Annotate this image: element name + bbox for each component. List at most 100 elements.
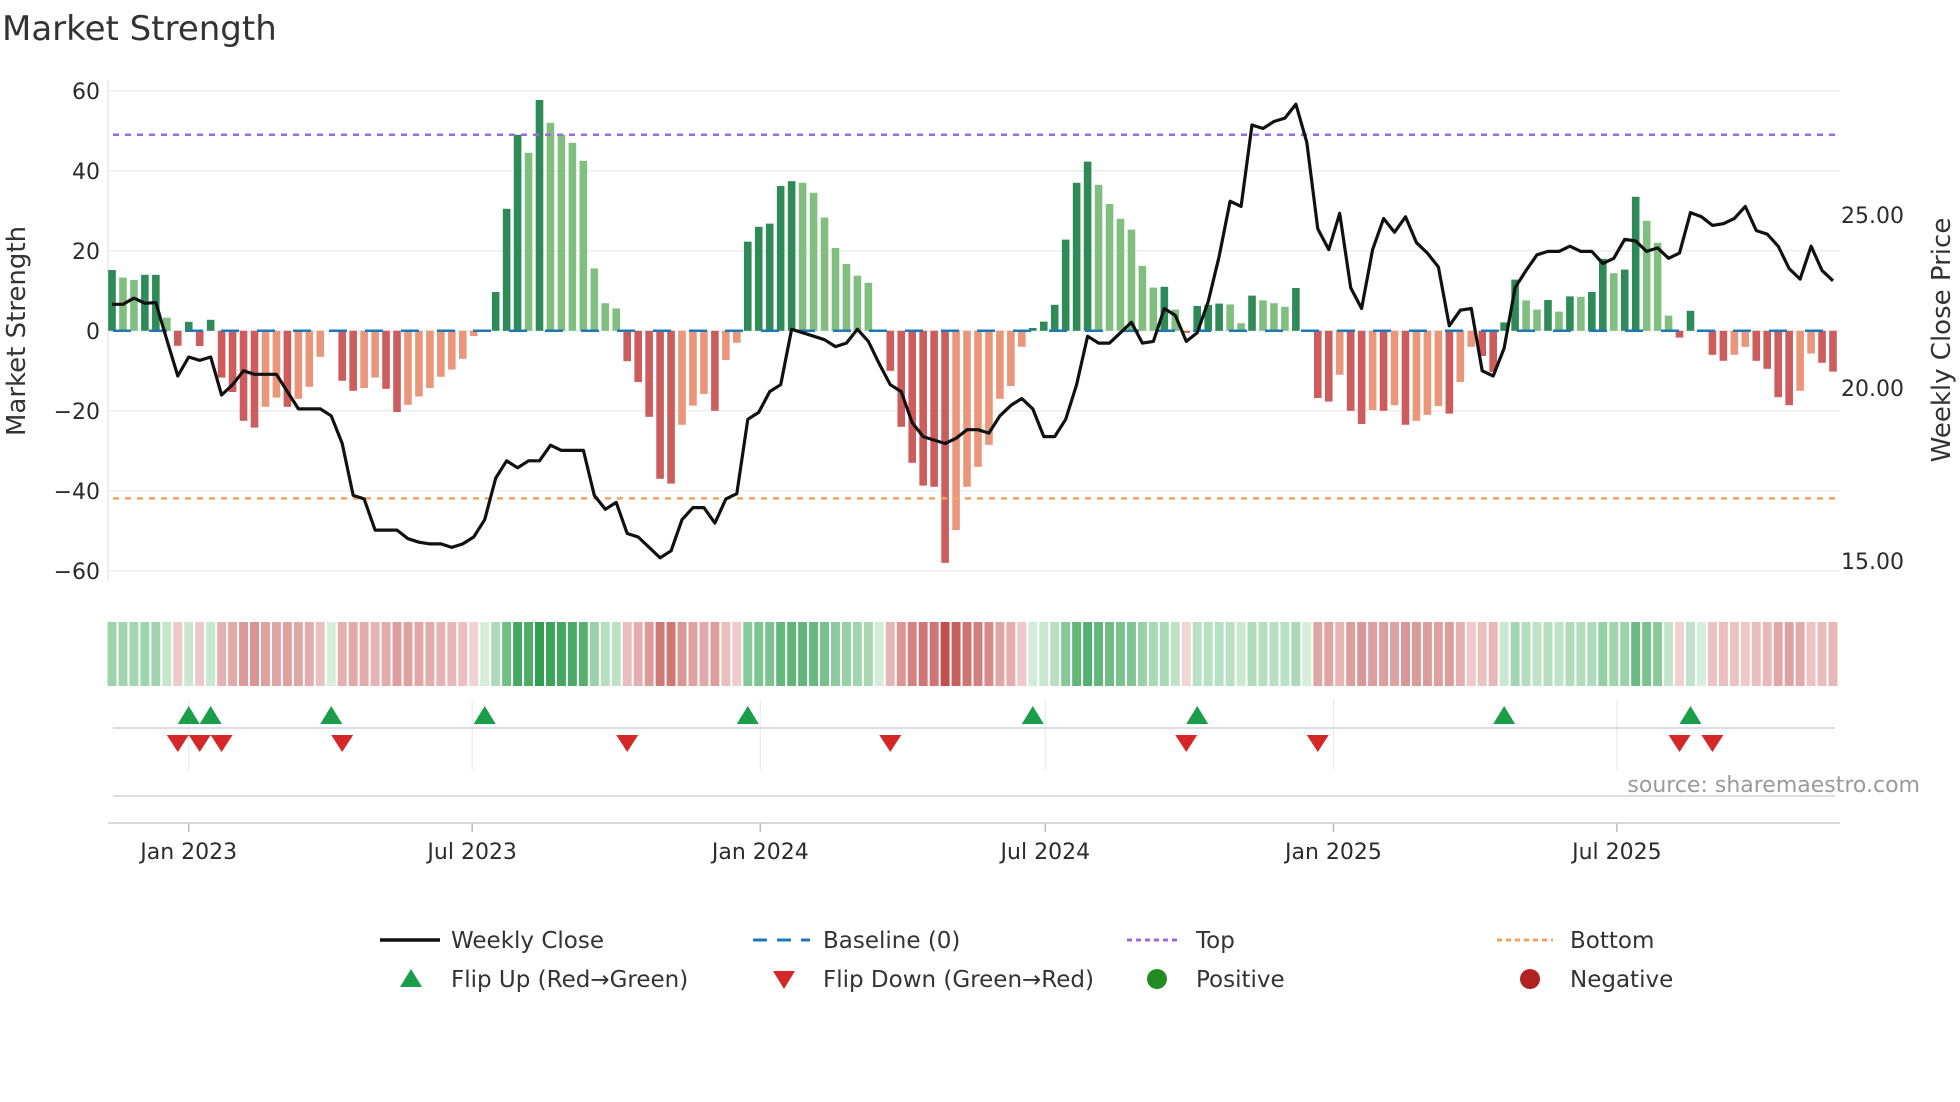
strength-bar (590, 268, 599, 331)
heat-strip-cell (721, 622, 731, 686)
heat-strip-cell (1247, 622, 1257, 686)
strength-bar (765, 223, 774, 331)
strength-bar (787, 181, 796, 331)
strength-bar (1653, 242, 1662, 331)
heat-strip-cell (1653, 622, 1663, 686)
strength-bar (108, 270, 116, 331)
heat-strip-cell (1236, 622, 1246, 686)
strength-bar (1566, 296, 1574, 331)
strength-heat-strip (107, 622, 1838, 686)
strength-bar (426, 330, 434, 388)
strength-bar (568, 142, 577, 331)
heat-strip-cell (370, 622, 380, 686)
heat-strip-cell (929, 622, 939, 686)
heat-strip-cell (1466, 622, 1476, 686)
market-strength-chart: Market Strength 60 40 20 0 −20 −40 −60 25.00 20… (2, 9, 1957, 993)
strength-bar (184, 321, 193, 331)
strength-bar (1555, 311, 1563, 331)
heat-strip-cell (1401, 622, 1410, 686)
heat-strip-cell (1817, 622, 1827, 686)
strength-bar (437, 330, 445, 377)
heat-strip-cell (217, 622, 227, 686)
strength-bar (700, 330, 708, 394)
heat-strip-cell (1740, 622, 1750, 686)
strength-bar (206, 319, 215, 331)
strength-bar (1609, 273, 1618, 331)
heat-strip-cell (1806, 622, 1816, 686)
left-axis-ticks: 60 40 20 0 −20 −40 −60 (54, 80, 100, 585)
y2-tick-label: 15.00 (1841, 550, 1904, 575)
heat-strip-cell (1587, 622, 1597, 686)
strength-bar (733, 330, 741, 343)
heat-strip-cell (1543, 622, 1553, 686)
flip-down-marker (1701, 735, 1724, 752)
strength-bar (1730, 330, 1739, 355)
flip-up-marker (1679, 706, 1702, 724)
strength-bar (1379, 330, 1388, 411)
strength-bar (1412, 330, 1421, 421)
strength-bar (546, 122, 555, 331)
strength-bar (886, 330, 895, 371)
strength-bar (623, 330, 632, 362)
y-tick-label: −20 (54, 400, 100, 425)
heat-strip-cell (940, 622, 950, 686)
strength-bar (250, 330, 259, 428)
strength-bar (1631, 196, 1640, 331)
strength-bar (1039, 321, 1048, 331)
heat-strip-cell (699, 622, 709, 686)
right-axis-title: Weekly Close Price (1927, 218, 1957, 463)
heat-strip-cell (852, 622, 862, 686)
heat-strip-cell (173, 622, 183, 686)
x-tick-label: Jan 2025 (1283, 840, 1382, 865)
strength-bar (930, 330, 938, 487)
heat-strip-cell (304, 622, 314, 686)
strength-bar (1138, 266, 1147, 331)
heat-strip-cell (1280, 622, 1290, 686)
heat-strip-cell (1291, 622, 1301, 686)
heat-strip-cell (1094, 622, 1104, 686)
strength-bar (1423, 330, 1432, 415)
flip-down-marker (1306, 735, 1329, 752)
heat-strip-cell (1510, 622, 1520, 686)
strength-bar (820, 217, 829, 331)
heat-strip-cell (1335, 622, 1345, 686)
heat-strip-cell (1379, 622, 1389, 686)
heat-strip-cell (315, 622, 325, 686)
heat-strip-cell (260, 622, 270, 686)
heat-strip-cell (480, 622, 490, 686)
heat-strip-cell (1116, 622, 1125, 686)
heat-strip-cell (436, 622, 446, 686)
strength-bar (1807, 330, 1815, 354)
chart-title: Market Strength (2, 9, 277, 49)
heat-strip-cell (1718, 622, 1728, 686)
heat-strip-cell (776, 622, 786, 686)
heat-strip-cell (830, 622, 840, 686)
strength-bar (1313, 330, 1322, 398)
positive-dot-icon (1147, 969, 1167, 989)
strength-bar (1105, 204, 1114, 331)
strength-bar (305, 330, 314, 387)
strength-bar (1346, 330, 1355, 411)
heat-strip-cell (885, 622, 895, 686)
heat-strip-cell (282, 622, 292, 686)
strength-bar (393, 330, 401, 412)
heat-strip-cell (1828, 622, 1838, 686)
heat-strip-cell (567, 622, 577, 686)
heat-strip-cell (688, 622, 698, 686)
strength-bar (711, 330, 719, 411)
legend-flip-down: Flip Down (Green→Red) (823, 967, 1094, 993)
strength-bar (294, 330, 303, 399)
strength-bar (689, 330, 697, 406)
heat-strip-cell (896, 622, 906, 686)
strength-bar (1094, 184, 1103, 331)
heat-strip-cell (1477, 622, 1487, 686)
strength-bar (1796, 330, 1804, 391)
heat-strip-cell (633, 622, 643, 686)
strength-bar (1270, 303, 1278, 331)
strength-bar (1007, 330, 1015, 386)
strength-bar (722, 330, 730, 360)
heat-strip-cell (556, 622, 566, 686)
strength-bar (557, 134, 566, 331)
heat-strip-cell (1686, 622, 1695, 686)
heat-strip-cell (1083, 622, 1093, 686)
